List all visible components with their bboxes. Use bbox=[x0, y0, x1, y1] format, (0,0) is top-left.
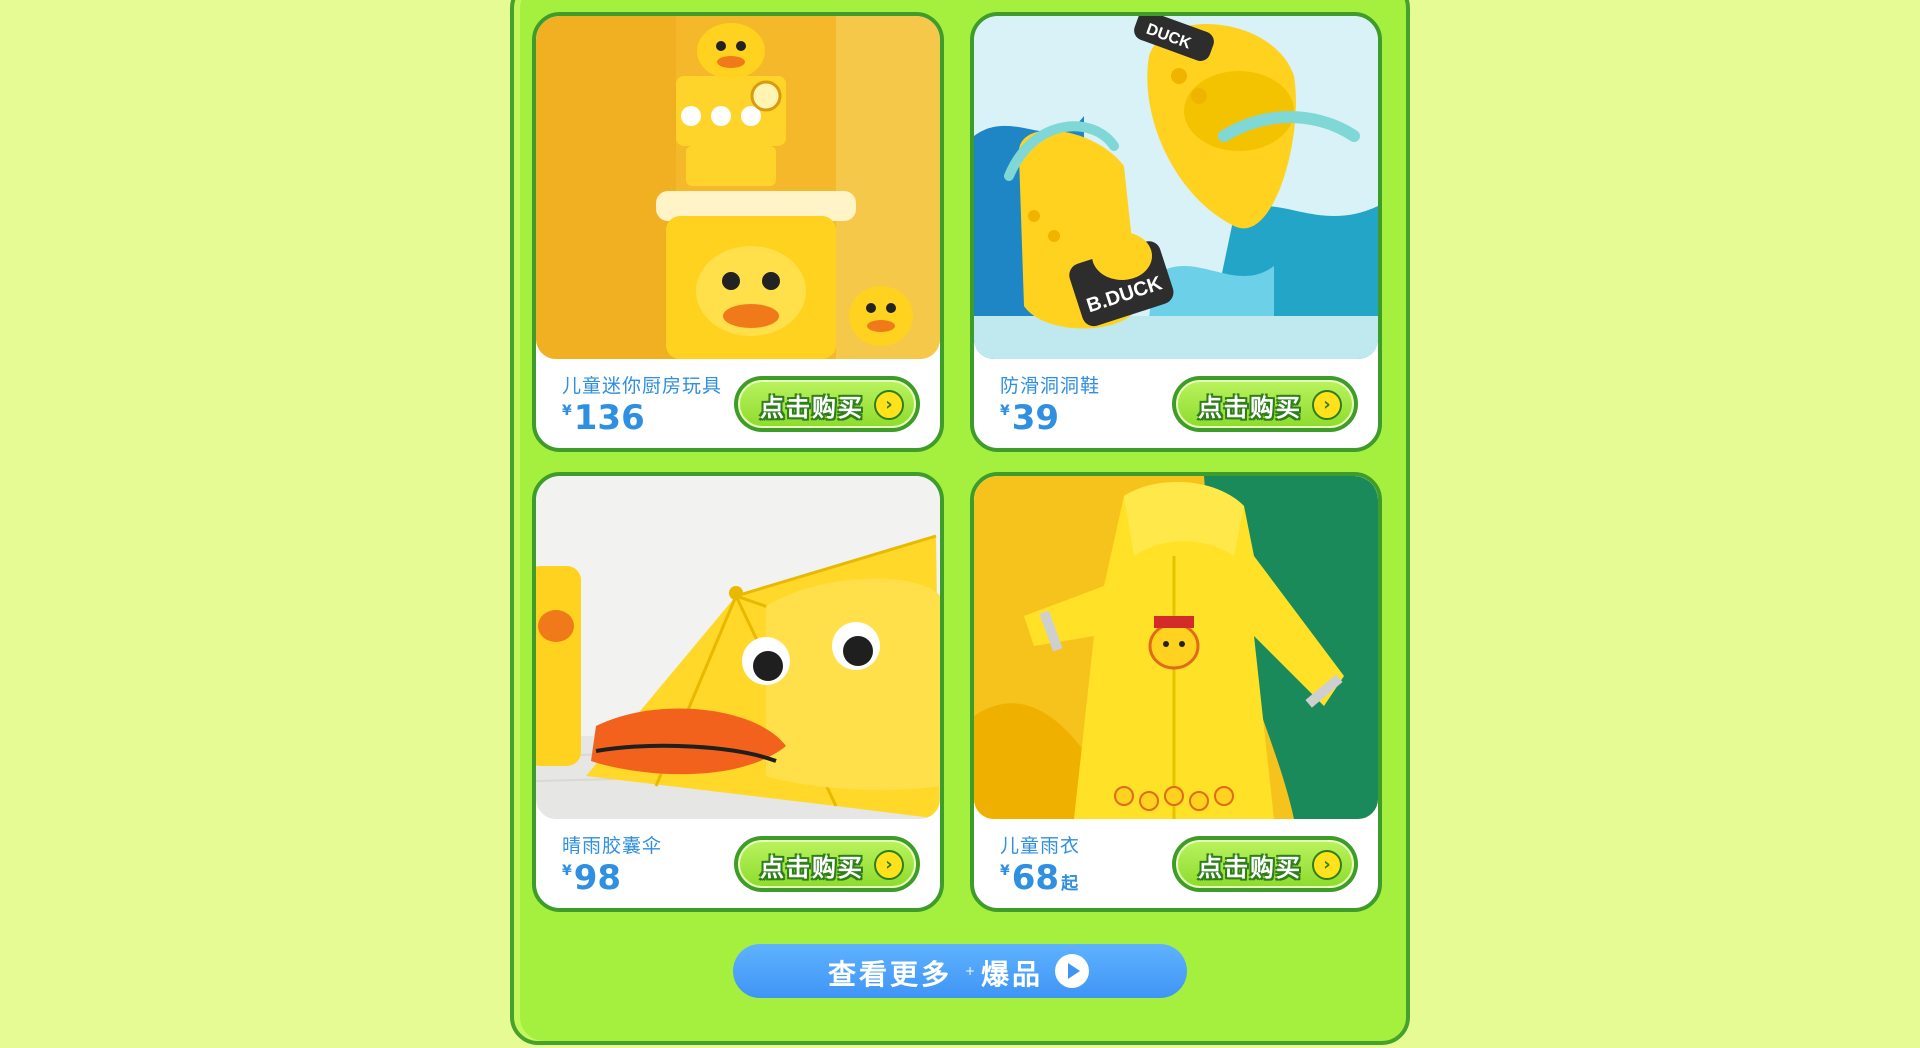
buy-button[interactable]: 点击购买 › bbox=[1172, 836, 1358, 892]
chevron-right-icon: › bbox=[874, 850, 904, 880]
product-card-clogs[interactable]: B.DUCK DUCK 防滑洞洞鞋 ¥39 点击购买 › bbox=[970, 12, 1382, 452]
product-image-clogs[interactable]: B.DUCK DUCK bbox=[974, 16, 1378, 359]
product-price: ¥98 bbox=[562, 858, 621, 898]
price-value: 68 bbox=[1011, 858, 1060, 898]
product-name: 儿童迷你厨房玩具 bbox=[562, 375, 723, 397]
buy-button-label: 点击购买 bbox=[760, 854, 864, 882]
product-price: ¥39 bbox=[1000, 398, 1059, 438]
currency-symbol: ¥ bbox=[1000, 403, 1010, 419]
chevron-right-icon: › bbox=[1312, 850, 1342, 880]
buy-button-face[interactable]: 点击购买 › bbox=[738, 380, 916, 428]
price-suffix: 起 bbox=[1061, 874, 1079, 894]
product-image-raincoat[interactable] bbox=[974, 476, 1378, 819]
price-value: 98 bbox=[573, 858, 622, 898]
chevron-right-icon: › bbox=[1312, 390, 1342, 420]
product-image-umbrella[interactable] bbox=[536, 476, 940, 819]
buy-button-label: 点击购买 bbox=[760, 394, 864, 422]
buy-button[interactable]: 点击购买 › bbox=[734, 836, 920, 892]
currency-symbol: ¥ bbox=[562, 863, 572, 879]
play-icon bbox=[1055, 954, 1089, 988]
buy-button[interactable]: 点击购买 › bbox=[1172, 376, 1358, 432]
view-more-separator: + bbox=[965, 964, 976, 978]
chevron-right-icon: › bbox=[874, 390, 904, 420]
product-price: ¥136 bbox=[562, 398, 645, 438]
price-value: 39 bbox=[1011, 398, 1060, 438]
product-price: ¥68 起 bbox=[1000, 858, 1078, 898]
buy-button-label: 点击购买 bbox=[1198, 394, 1302, 422]
product-image-kitchen-toy[interactable] bbox=[536, 16, 940, 359]
product-name: 晴雨胶囊伞 bbox=[562, 835, 663, 857]
buy-button-face[interactable]: 点击购买 › bbox=[1176, 380, 1354, 428]
currency-symbol: ¥ bbox=[562, 403, 572, 419]
currency-symbol: ¥ bbox=[1000, 863, 1010, 879]
buy-button-face[interactable]: 点击购买 › bbox=[738, 840, 916, 888]
product-card-kitchen-toy[interactable]: 儿童迷你厨房玩具 ¥136 点击购买 › bbox=[532, 12, 944, 452]
buy-button-face[interactable]: 点击购买 › bbox=[1176, 840, 1354, 888]
product-card-umbrella[interactable]: 晴雨胶囊伞 ¥98 点击购买 › bbox=[532, 472, 944, 912]
product-card-raincoat[interactable]: 儿童雨衣 ¥68 起 点击购买 › bbox=[970, 472, 1382, 912]
view-more-button[interactable]: 查看更多 + 爆品 bbox=[733, 944, 1187, 998]
view-more-label-hot: 爆品 bbox=[981, 958, 1044, 991]
buy-button-label: 点击购买 bbox=[1198, 854, 1302, 882]
price-value: 136 bbox=[573, 398, 645, 438]
view-more-label: 查看更多 bbox=[828, 958, 953, 991]
buy-button[interactable]: 点击购买 › bbox=[734, 376, 920, 432]
product-name: 儿童雨衣 bbox=[1000, 835, 1081, 857]
product-name: 防滑洞洞鞋 bbox=[1000, 375, 1101, 397]
